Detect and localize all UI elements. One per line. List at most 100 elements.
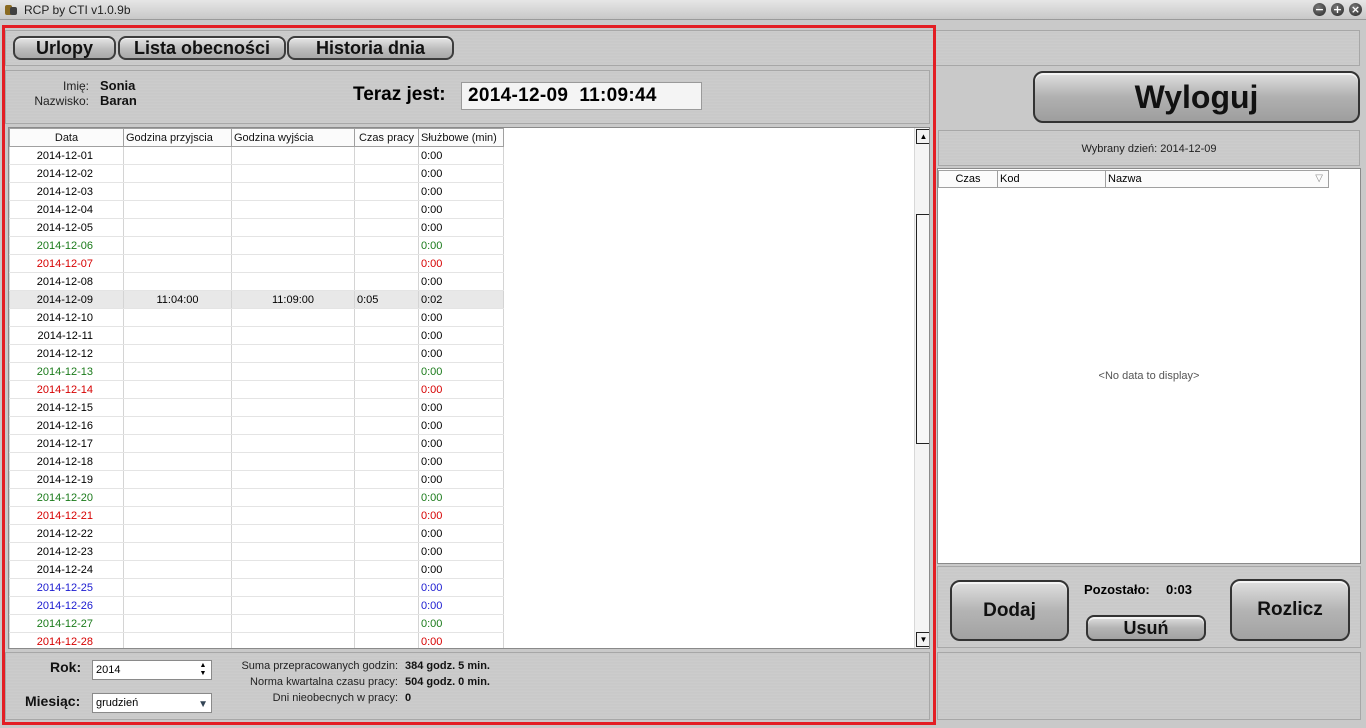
- tab-urlopy[interactable]: Urlopy: [13, 36, 116, 60]
- row-date[interactable]: 2014-12-08: [9, 272, 124, 291]
- table-row[interactable]: 2014-12-09 11:04:00 11:09:00 0:05 0:02: [9, 290, 504, 309]
- row-arrival[interactable]: [123, 488, 232, 507]
- row-arrival[interactable]: [123, 380, 232, 399]
- row-arrival[interactable]: [123, 362, 232, 381]
- column-header-date[interactable]: Data: [9, 128, 124, 147]
- table-row[interactable]: 2014-12-10 0:00: [9, 308, 504, 327]
- row-date[interactable]: 2014-12-27: [9, 614, 124, 633]
- row-arrival[interactable]: [123, 164, 232, 183]
- row-date[interactable]: 2014-12-16: [9, 416, 124, 435]
- row-work-time[interactable]: [354, 596, 419, 615]
- row-departure[interactable]: [231, 200, 355, 219]
- row-arrival[interactable]: [123, 254, 232, 273]
- scroll-thumb[interactable]: [916, 214, 929, 444]
- row-departure[interactable]: 11:09:00: [231, 290, 355, 309]
- row-service[interactable]: 0:00: [418, 146, 504, 165]
- row-departure[interactable]: [231, 272, 355, 291]
- row-service[interactable]: 0:00: [418, 488, 504, 507]
- row-departure[interactable]: [231, 596, 355, 615]
- row-arrival[interactable]: [123, 272, 232, 291]
- row-work-time[interactable]: 0:05: [354, 290, 419, 309]
- row-service[interactable]: 0:00: [418, 434, 504, 453]
- table-row[interactable]: 2014-12-08 0:00: [9, 272, 504, 291]
- table-row[interactable]: 2014-12-27 0:00: [9, 614, 504, 633]
- row-arrival[interactable]: [123, 632, 232, 648]
- table-row[interactable]: 2014-12-04 0:00: [9, 200, 504, 219]
- row-date[interactable]: 2014-12-04: [9, 200, 124, 219]
- row-arrival[interactable]: 11:04:00: [123, 290, 232, 309]
- scroll-up-icon[interactable]: ▲: [916, 129, 929, 144]
- row-service[interactable]: 0:00: [418, 596, 504, 615]
- row-service[interactable]: 0:00: [418, 344, 504, 363]
- scroll-down-icon[interactable]: ▼: [916, 632, 929, 647]
- row-work-time[interactable]: [354, 560, 419, 579]
- row-departure[interactable]: [231, 164, 355, 183]
- row-date[interactable]: 2014-12-18: [9, 452, 124, 471]
- column-header-code[interactable]: Kod: [998, 170, 1106, 188]
- row-arrival[interactable]: [123, 614, 232, 633]
- table-row[interactable]: 2014-12-25 0:00: [9, 578, 504, 597]
- row-departure[interactable]: [231, 308, 355, 327]
- row-date[interactable]: 2014-12-10: [9, 308, 124, 327]
- row-service[interactable]: 0:00: [418, 380, 504, 399]
- row-service[interactable]: 0:00: [418, 164, 504, 183]
- table-row[interactable]: 2014-12-01 0:00: [9, 146, 504, 165]
- row-work-time[interactable]: [354, 200, 419, 219]
- row-service[interactable]: 0:00: [418, 308, 504, 327]
- row-date[interactable]: 2014-12-22: [9, 524, 124, 543]
- row-departure[interactable]: [231, 326, 355, 345]
- row-date[interactable]: 2014-12-17: [9, 434, 124, 453]
- row-work-time[interactable]: [354, 452, 419, 471]
- row-departure[interactable]: [231, 506, 355, 525]
- row-arrival[interactable]: [123, 524, 232, 543]
- row-departure[interactable]: [231, 254, 355, 273]
- row-date[interactable]: 2014-12-03: [9, 182, 124, 201]
- row-work-time[interactable]: [354, 614, 419, 633]
- row-departure[interactable]: [231, 236, 355, 255]
- row-departure[interactable]: [231, 452, 355, 471]
- table-row[interactable]: 2014-12-05 0:00: [9, 218, 504, 237]
- close-icon[interactable]: ×: [1349, 3, 1362, 16]
- column-header-time[interactable]: Czas: [938, 170, 998, 188]
- row-arrival[interactable]: [123, 470, 232, 489]
- row-date[interactable]: 2014-12-24: [9, 560, 124, 579]
- row-arrival[interactable]: [123, 578, 232, 597]
- row-arrival[interactable]: [123, 452, 232, 471]
- column-header-name[interactable]: Nazwa ▽: [1106, 170, 1329, 188]
- row-departure[interactable]: [231, 542, 355, 561]
- row-departure[interactable]: [231, 434, 355, 453]
- row-work-time[interactable]: [354, 272, 419, 291]
- row-work-time[interactable]: [354, 506, 419, 525]
- row-departure[interactable]: [231, 614, 355, 633]
- row-date[interactable]: 2014-12-02: [9, 164, 124, 183]
- row-date[interactable]: 2014-12-21: [9, 506, 124, 525]
- row-work-time[interactable]: [354, 416, 419, 435]
- row-date[interactable]: 2014-12-25: [9, 578, 124, 597]
- row-work-time[interactable]: [354, 470, 419, 489]
- table-row[interactable]: 2014-12-24 0:00: [9, 560, 504, 579]
- row-work-time[interactable]: [354, 146, 419, 165]
- maximize-icon[interactable]: +: [1331, 3, 1344, 16]
- table-row[interactable]: 2014-12-23 0:00: [9, 542, 504, 561]
- table-row[interactable]: 2014-12-19 0:00: [9, 470, 504, 489]
- row-work-time[interactable]: [354, 488, 419, 507]
- row-work-time[interactable]: [354, 578, 419, 597]
- row-departure[interactable]: [231, 470, 355, 489]
- row-date[interactable]: 2014-12-11: [9, 326, 124, 345]
- row-work-time[interactable]: [354, 308, 419, 327]
- row-date[interactable]: 2014-12-14: [9, 380, 124, 399]
- row-arrival[interactable]: [123, 308, 232, 327]
- filter-icon[interactable]: ▽: [1315, 171, 1323, 187]
- row-departure[interactable]: [231, 398, 355, 417]
- row-work-time[interactable]: [354, 434, 419, 453]
- row-arrival[interactable]: [123, 236, 232, 255]
- row-date[interactable]: 2014-12-13: [9, 362, 124, 381]
- row-arrival[interactable]: [123, 434, 232, 453]
- row-date[interactable]: 2014-12-06: [9, 236, 124, 255]
- table-row[interactable]: 2014-12-17 0:00: [9, 434, 504, 453]
- row-service[interactable]: 0:00: [418, 326, 504, 345]
- tab-historia-dnia[interactable]: Historia dnia: [287, 36, 454, 60]
- row-service[interactable]: 0:00: [418, 218, 504, 237]
- row-service[interactable]: 0:00: [418, 470, 504, 489]
- row-departure[interactable]: [231, 524, 355, 543]
